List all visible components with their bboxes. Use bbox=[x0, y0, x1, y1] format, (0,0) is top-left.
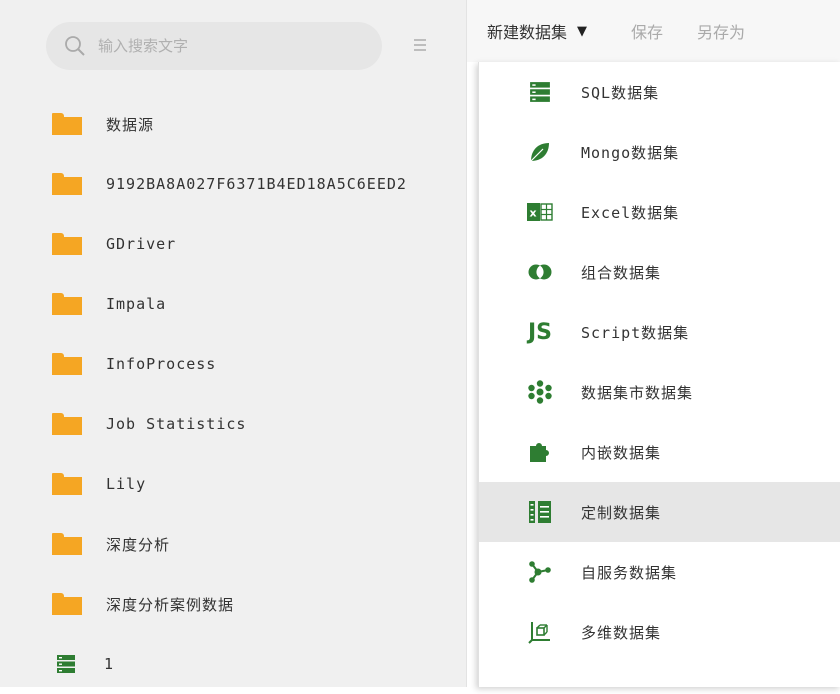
menu-item-custom-dataset[interactable]: 定制数据集 bbox=[479, 482, 840, 542]
folder-icon bbox=[52, 233, 82, 255]
tree-item[interactable]: Impala bbox=[0, 274, 466, 334]
multidimensional-icon bbox=[528, 622, 550, 644]
folder-icon bbox=[52, 473, 82, 495]
js-icon: JS bbox=[527, 319, 553, 345]
caret-down-icon: ▼ bbox=[577, 23, 588, 39]
menu-item-label: SQL数据集 bbox=[581, 83, 660, 102]
tree-item[interactable]: 9192BA8A027F6371B4ED18A5C6EED2 bbox=[0, 154, 466, 214]
menu-item-label: 内嵌数据集 bbox=[581, 443, 662, 462]
menu-item-self-service-dataset[interactable]: 自服务数据集 bbox=[479, 542, 840, 602]
datamart-icon bbox=[528, 380, 552, 404]
menu-item-excel-dataset[interactable]: x Excel数据集 bbox=[479, 182, 840, 242]
folder-icon bbox=[52, 113, 82, 135]
menu-item-script-dataset[interactable]: JS Script数据集 bbox=[479, 302, 840, 362]
menu-item-combined-dataset[interactable]: 组合数据集 bbox=[479, 242, 840, 302]
save-as-button[interactable]: 另存为 bbox=[697, 19, 745, 43]
left-panel: 数据源 9192BA8A027F6371B4ED18A5C6EED2 GDriv… bbox=[0, 0, 466, 687]
tree-item-label: InfoProcess bbox=[106, 355, 217, 373]
excel-icon: x bbox=[527, 203, 553, 221]
self-service-icon bbox=[529, 561, 551, 583]
combine-circles-icon bbox=[528, 264, 552, 280]
puzzle-icon bbox=[530, 443, 549, 462]
custom-dataset-icon bbox=[529, 501, 551, 523]
menu-item-label: 自服务数据集 bbox=[581, 563, 678, 582]
tree-item-label: Lily bbox=[106, 475, 147, 493]
folder-icon bbox=[52, 293, 82, 315]
search-icon bbox=[65, 36, 85, 56]
svg-text:x: x bbox=[530, 207, 537, 220]
menu-item-label: 数据集市数据集 bbox=[581, 383, 694, 402]
folder-icon bbox=[52, 533, 82, 555]
menu-item-label: 定制数据集 bbox=[581, 503, 662, 522]
mongo-leaf-icon bbox=[530, 143, 549, 162]
tree-item-label: 深度分析案例数据 bbox=[106, 595, 235, 614]
tree-item-label: 1 bbox=[104, 655, 115, 673]
tree-item-label: Impala bbox=[106, 295, 167, 313]
save-button[interactable]: 保存 bbox=[631, 19, 663, 43]
menu-item-label: Mongo数据集 bbox=[581, 143, 680, 162]
toolbar: 新建数据集 ▼ 保存 另存为 bbox=[467, 0, 840, 62]
tree-item-label: 深度分析 bbox=[106, 535, 171, 554]
sql-dataset-icon bbox=[57, 655, 75, 673]
menu-item-label: 多维数据集 bbox=[581, 623, 662, 642]
menu-item-multidimensional-dataset[interactable]: 多维数据集 bbox=[479, 602, 840, 662]
search-box[interactable] bbox=[46, 22, 382, 70]
sql-dataset-icon bbox=[530, 82, 550, 102]
menu-item-label: 组合数据集 bbox=[581, 263, 662, 282]
menu-item-label: Excel数据集 bbox=[581, 203, 680, 222]
tree-item[interactable]: 数据源 bbox=[0, 94, 466, 154]
panel-divider bbox=[466, 0, 467, 687]
tree-item-label: 数据源 bbox=[106, 115, 155, 134]
menu-item-embedded-dataset[interactable]: 内嵌数据集 bbox=[479, 422, 840, 482]
folder-icon bbox=[52, 353, 82, 375]
tree-item[interactable]: InfoProcess bbox=[0, 334, 466, 394]
menu-item-mongo-dataset[interactable]: Mongo数据集 bbox=[479, 122, 840, 182]
menu-item-sql-dataset[interactable]: SQL数据集 bbox=[479, 62, 840, 122]
tree-item-label: GDriver bbox=[106, 235, 177, 253]
tree-item[interactable]: Lily bbox=[0, 454, 466, 514]
dataset-tree: 数据源 9192BA8A027F6371B4ED18A5C6EED2 GDriv… bbox=[0, 94, 466, 694]
search-input[interactable] bbox=[96, 36, 360, 56]
tree-item[interactable]: Job Statistics bbox=[0, 394, 466, 454]
folder-icon bbox=[52, 593, 82, 615]
tree-item[interactable]: 深度分析 bbox=[0, 514, 466, 574]
new-dataset-label: 新建数据集 bbox=[487, 23, 568, 42]
tree-item-label: Job Statistics bbox=[106, 415, 247, 433]
folder-icon bbox=[52, 413, 82, 435]
tree-item-label: 9192BA8A027F6371B4ED18A5C6EED2 bbox=[106, 175, 407, 193]
tree-item[interactable]: GDriver bbox=[0, 214, 466, 274]
new-dataset-button[interactable]: 新建数据集 ▼ bbox=[487, 19, 587, 43]
menu-icon[interactable] bbox=[414, 36, 426, 56]
new-dataset-dropdown: SQL数据集 Mongo数据集 x Excel数据集 组合数据集 JS Scri… bbox=[478, 62, 840, 687]
folder-icon bbox=[52, 173, 82, 195]
tree-item[interactable]: 1 bbox=[0, 634, 466, 694]
tree-item[interactable]: 深度分析案例数据 bbox=[0, 574, 466, 634]
menu-item-label: Script数据集 bbox=[581, 323, 690, 342]
menu-item-datamart-dataset[interactable]: 数据集市数据集 bbox=[479, 362, 840, 422]
